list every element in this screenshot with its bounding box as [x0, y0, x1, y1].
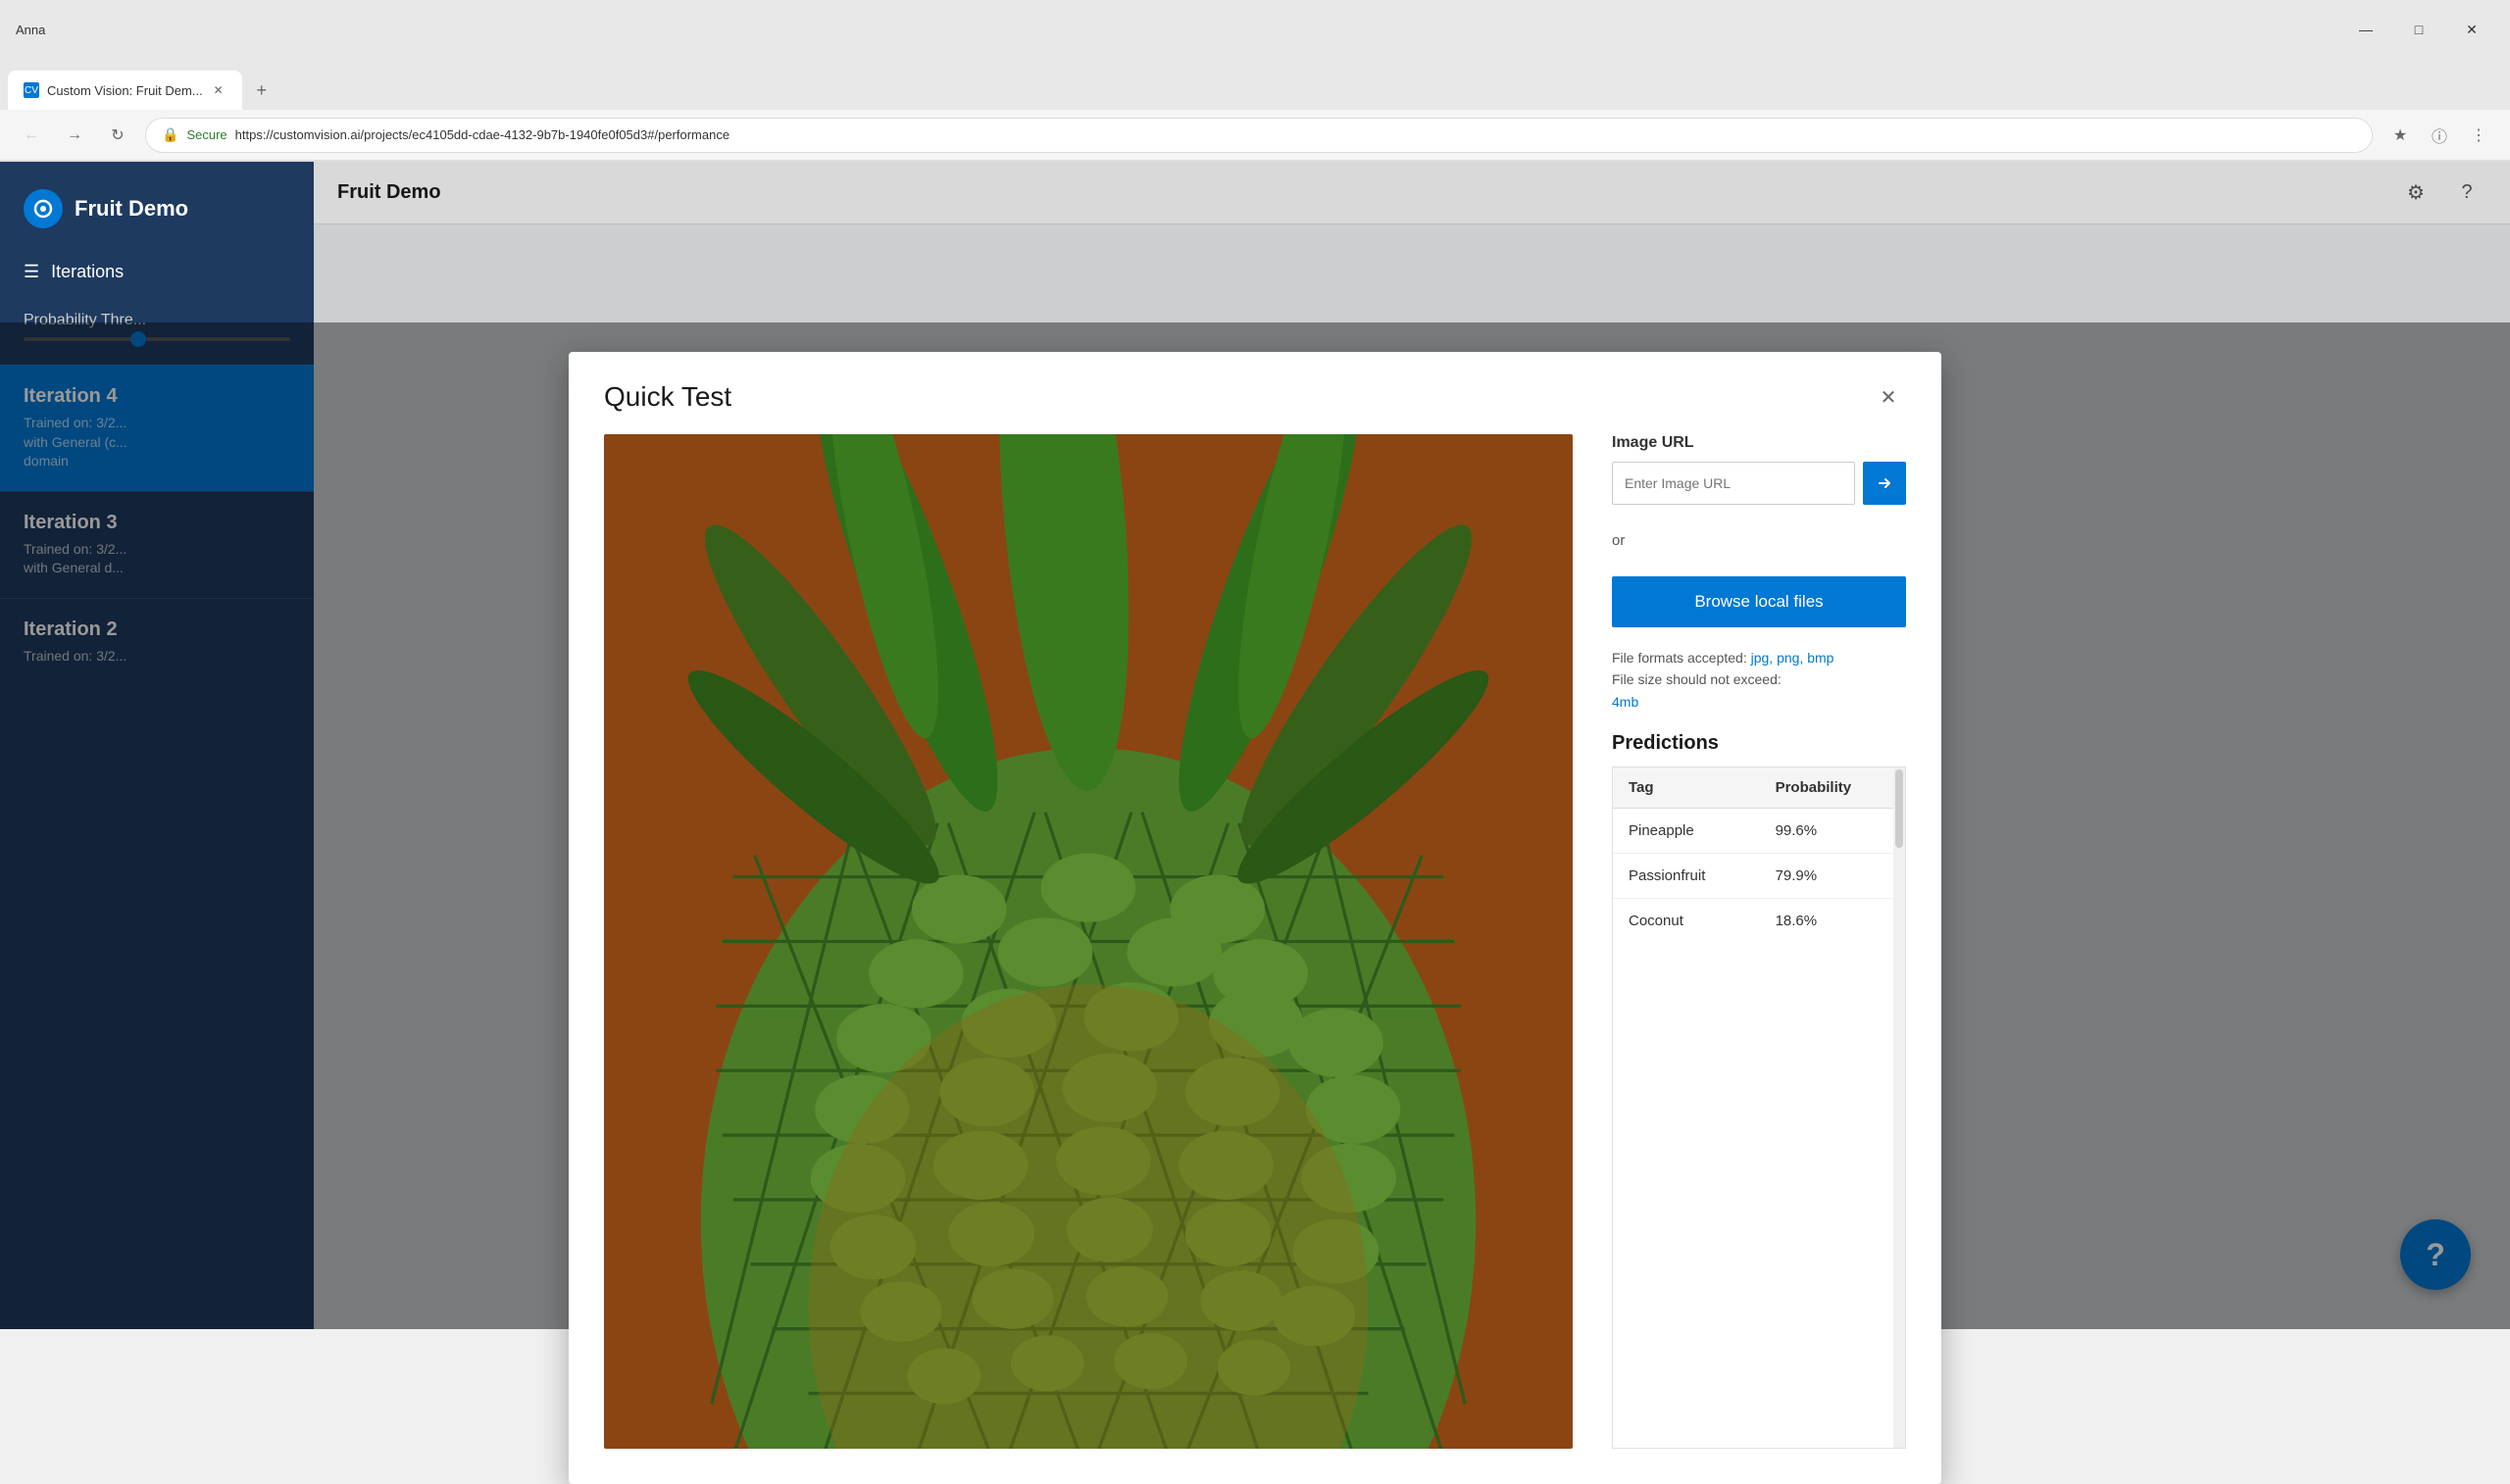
secure-icon: 🔒: [162, 126, 178, 143]
right-panel: Image URL or Browse local files: [1612, 434, 1906, 1449]
address-bar: ← → ↻ 🔒 Secure https://customvision.ai/p…: [0, 110, 2510, 161]
file-formats-text: File formats accepted:: [1612, 650, 1747, 666]
sidebar-header: Fruit Demo: [0, 177, 314, 240]
tab-title: Custom Vision: Fruit Dem...: [47, 83, 203, 98]
pineapple-image: [604, 434, 1573, 1449]
tab-bar: CV Custom Vision: Fruit Dem... ✕ +: [0, 59, 2510, 110]
predictions-label: Predictions: [1612, 732, 1906, 755]
image-url-section: Image URL: [1612, 434, 1906, 505]
image-url-label: Image URL: [1612, 434, 1906, 452]
file-size-text: File size should not exceed:: [1612, 671, 1782, 687]
forward-button[interactable]: →: [59, 120, 90, 151]
more-button[interactable]: ⋮: [2463, 120, 2494, 151]
minimize-button[interactable]: —: [2343, 14, 2388, 45]
title-bar: Anna — □ ✕: [0, 0, 2510, 59]
app-logo: [24, 189, 63, 228]
close-button[interactable]: ✕: [2449, 14, 2494, 45]
url-input-row: [1612, 462, 1906, 505]
browse-local-files-button[interactable]: Browse local files: [1612, 576, 1906, 627]
file-format-jpg[interactable]: jpg,: [1751, 650, 1774, 666]
app-title: Fruit Demo: [75, 196, 188, 222]
url-text: https://customvision.ai/projects/ec4105d…: [235, 127, 729, 142]
tag-column-header: Tag: [1613, 767, 1760, 809]
prediction-row-pineapple: Pineapple 99.6%: [1613, 809, 1905, 854]
favorites-button[interactable]: ★: [2384, 120, 2416, 151]
prediction-tag-pineapple: Pineapple: [1613, 809, 1760, 854]
file-size-value[interactable]: 4mb: [1612, 694, 1638, 710]
secure-label: Secure: [186, 127, 226, 142]
url-bar[interactable]: 🔒 Secure https://customvision.ai/project…: [145, 118, 2373, 153]
sidebar-item-iterations[interactable]: ☰ Iterations: [0, 248, 314, 296]
prediction-row-coconut: Coconut 18.6%: [1613, 899, 1905, 944]
maximize-button[interactable]: □: [2396, 14, 2441, 45]
username-display: Anna: [16, 23, 45, 37]
refresh-button[interactable]: ↻: [102, 120, 133, 151]
or-divider: or: [1612, 532, 1906, 549]
prediction-row-passionfruit: Passionfruit 79.9%: [1613, 854, 1905, 899]
prediction-prob-coconut: 18.6%: [1760, 899, 1905, 944]
predictions-table: Tag Probability Pineapple 99.6%: [1613, 767, 1905, 943]
file-format-bmp[interactable]: bmp: [1807, 650, 1833, 666]
go-button[interactable]: [1863, 462, 1906, 505]
new-tab-button[interactable]: +: [246, 74, 277, 106]
app-topbar-title: Fruit Demo: [337, 181, 441, 204]
iterations-label: Iterations: [51, 262, 124, 282]
image-url-input[interactable]: [1612, 462, 1855, 505]
tab-favicon: CV: [24, 82, 39, 98]
predictions-scrollbar[interactable]: [1893, 767, 1905, 1448]
modal-title: Quick Test: [604, 381, 731, 413]
help-topbar-button[interactable]: ?: [2447, 173, 2486, 213]
tab-close-button[interactable]: ✕: [211, 82, 226, 98]
active-tab[interactable]: CV Custom Vision: Fruit Dem... ✕: [8, 71, 242, 110]
quick-test-modal: Quick Test ✕: [569, 352, 1941, 1484]
file-info: File formats accepted: jpg, png, bmp Fil…: [1612, 647, 1906, 713]
info-button[interactable]: ⓘ: [2424, 120, 2455, 151]
address-actions: ★ ⓘ ⋮: [2384, 120, 2494, 151]
iterations-icon: ☰: [24, 262, 39, 282]
predictions-section: Predictions Tag Probability: [1612, 732, 1906, 1449]
prediction-prob-pineapple: 99.6%: [1760, 809, 1905, 854]
modal-close-button[interactable]: ✕: [1871, 379, 1906, 415]
prediction-tag-coconut: Coconut: [1613, 899, 1760, 944]
probability-column-header: Probability: [1760, 767, 1905, 809]
topbar-actions: ⚙ ?: [2396, 173, 2486, 213]
app-topbar: Fruit Demo ⚙ ?: [314, 162, 2510, 224]
file-format-png[interactable]: png,: [1777, 650, 1803, 666]
back-button[interactable]: ←: [16, 120, 47, 151]
prediction-tag-passionfruit: Passionfruit: [1613, 854, 1760, 899]
settings-button[interactable]: ⚙: [2396, 173, 2435, 213]
app-container: Fruit Demo ☰ Iterations Probability Thre…: [0, 162, 2510, 1329]
modal-header: Quick Test ✕: [569, 352, 1941, 434]
predictions-table-wrapper: Tag Probability Pineapple 99.6%: [1612, 767, 1906, 1449]
image-preview-area: [604, 434, 1573, 1449]
prediction-prob-passionfruit: 79.9%: [1760, 854, 1905, 899]
window-controls: — □ ✕: [2343, 14, 2494, 45]
modal-overlay[interactable]: Quick Test ✕: [0, 322, 2510, 1329]
modal-body: Image URL or Browse local files: [569, 434, 1941, 1484]
scroll-thumb: [1895, 769, 1903, 848]
